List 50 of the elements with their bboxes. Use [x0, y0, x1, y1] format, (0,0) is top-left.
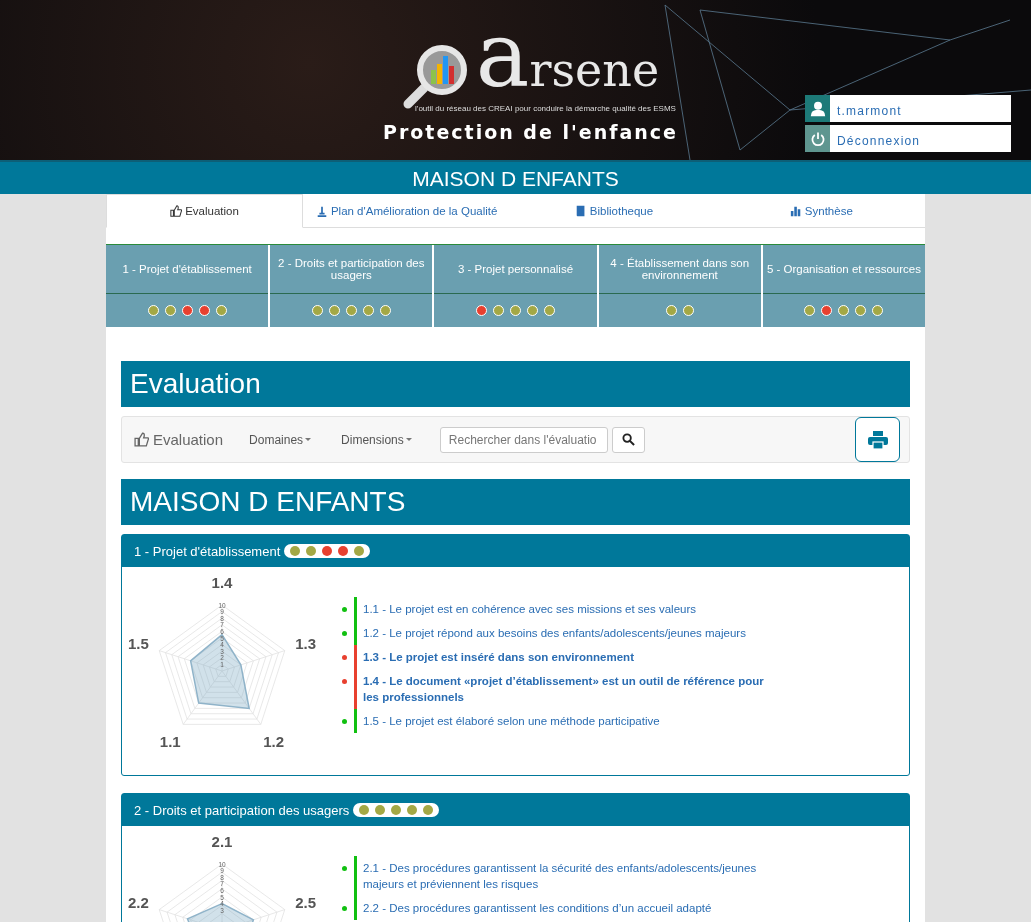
- axis-label: 1.3: [295, 634, 317, 652]
- print-button[interactable]: [855, 417, 900, 462]
- thumbs-up-icon: [170, 205, 183, 217]
- tab[interactable]: Synthèse: [717, 194, 925, 228]
- search-button[interactable]: [611, 426, 645, 453]
- dropdown-menu[interactable]: Domaines: [243, 431, 318, 448]
- axis-label: 2.1: [211, 834, 233, 850]
- search-field[interactable]: Rechercher dans l'évaluatio: [439, 426, 608, 453]
- logo-text: arsene: [475, 10, 660, 100]
- section-title: MAISON D ENFANTS: [121, 479, 910, 525]
- criterion-link[interactable]: 1.5 - Le projet est élaboré selon une méthode participative: [354, 709, 774, 733]
- criterion-link[interactable]: 2.2 - Des procédures garantissent les conditions d’un accueil adapté: [354, 896, 774, 920]
- book-icon: [574, 204, 587, 217]
- radar-area: [186, 902, 255, 922]
- criterion-link[interactable]: 1.3 - Le projet est inséré dans son environnement: [354, 645, 774, 669]
- tab[interactable]: Evaluation: [106, 194, 303, 228]
- domain-tile[interactable]: 1 - Projet d'établissement: [106, 245, 271, 327]
- axis-label: 1.5: [127, 634, 149, 652]
- criterion-link[interactable]: 1.2 - Le projet répond aux besoins des enfants/adolescents/jeunes majeurs: [354, 621, 774, 645]
- tab[interactable]: Plan d'Amélioration de la Qualité: [303, 194, 511, 228]
- printer-icon: [867, 430, 888, 449]
- criterion-link[interactable]: 2.1 - Des procédures garantissent la sécurité des enfants/adolescents/jeunes majeurs et préviennent les risques: [354, 856, 774, 896]
- thumbs-up-icon: [134, 432, 149, 447]
- establishment-banner: MAISON D ENFANTS: [0, 160, 1031, 194]
- bar-chart-icon: [789, 204, 802, 217]
- criterion-link[interactable]: 1.1 - Le projet est en cohérence avec ses missions et ses valeurs: [354, 597, 774, 621]
- domain-tile[interactable]: 3 - Projet personnalisé: [434, 245, 599, 327]
- stamp-icon: [315, 204, 328, 217]
- domain-tile[interactable]: 5 - Organisation et ressources: [762, 245, 925, 327]
- logout-link[interactable]: Déconnexion: [805, 125, 1011, 152]
- username-field: t.marmont: [805, 95, 1011, 122]
- panel-title: 2 - Droits et participation des usagers: [134, 802, 350, 818]
- axis-label: 1.4: [211, 575, 233, 591]
- domain-tile[interactable]: 4 - Établissement dans son environnement: [598, 245, 763, 327]
- domain-tile[interactable]: 2 - Droits et participation des usagers: [270, 245, 435, 327]
- user-icon: [809, 100, 826, 117]
- power-icon: [809, 130, 826, 147]
- page-title: Evaluation: [121, 361, 910, 407]
- axis-label: 1.1: [159, 733, 181, 751]
- panel-title: 1 - Projet d'établissement: [134, 543, 281, 559]
- axis-label: 2.2: [127, 893, 149, 911]
- axis-label: 2.5: [295, 893, 317, 911]
- evaluation-brand[interactable]: Evaluation: [134, 431, 224, 448]
- app-subtitle: Protection de l'enfance: [383, 121, 678, 143]
- tab[interactable]: Bibliotheque: [510, 194, 718, 228]
- criterion-link[interactable]: 1.4 - Le document «projet d’établissement» est un outil de référence pour les professionnels: [354, 669, 774, 709]
- dropdown-menu[interactable]: Dimensions: [335, 431, 418, 448]
- search-icon: [621, 433, 635, 446]
- axis-label: 1.2: [263, 733, 285, 751]
- tagline: l'outil du réseau des CREAI pour conduire la démarche qualité des ESMS: [415, 104, 676, 113]
